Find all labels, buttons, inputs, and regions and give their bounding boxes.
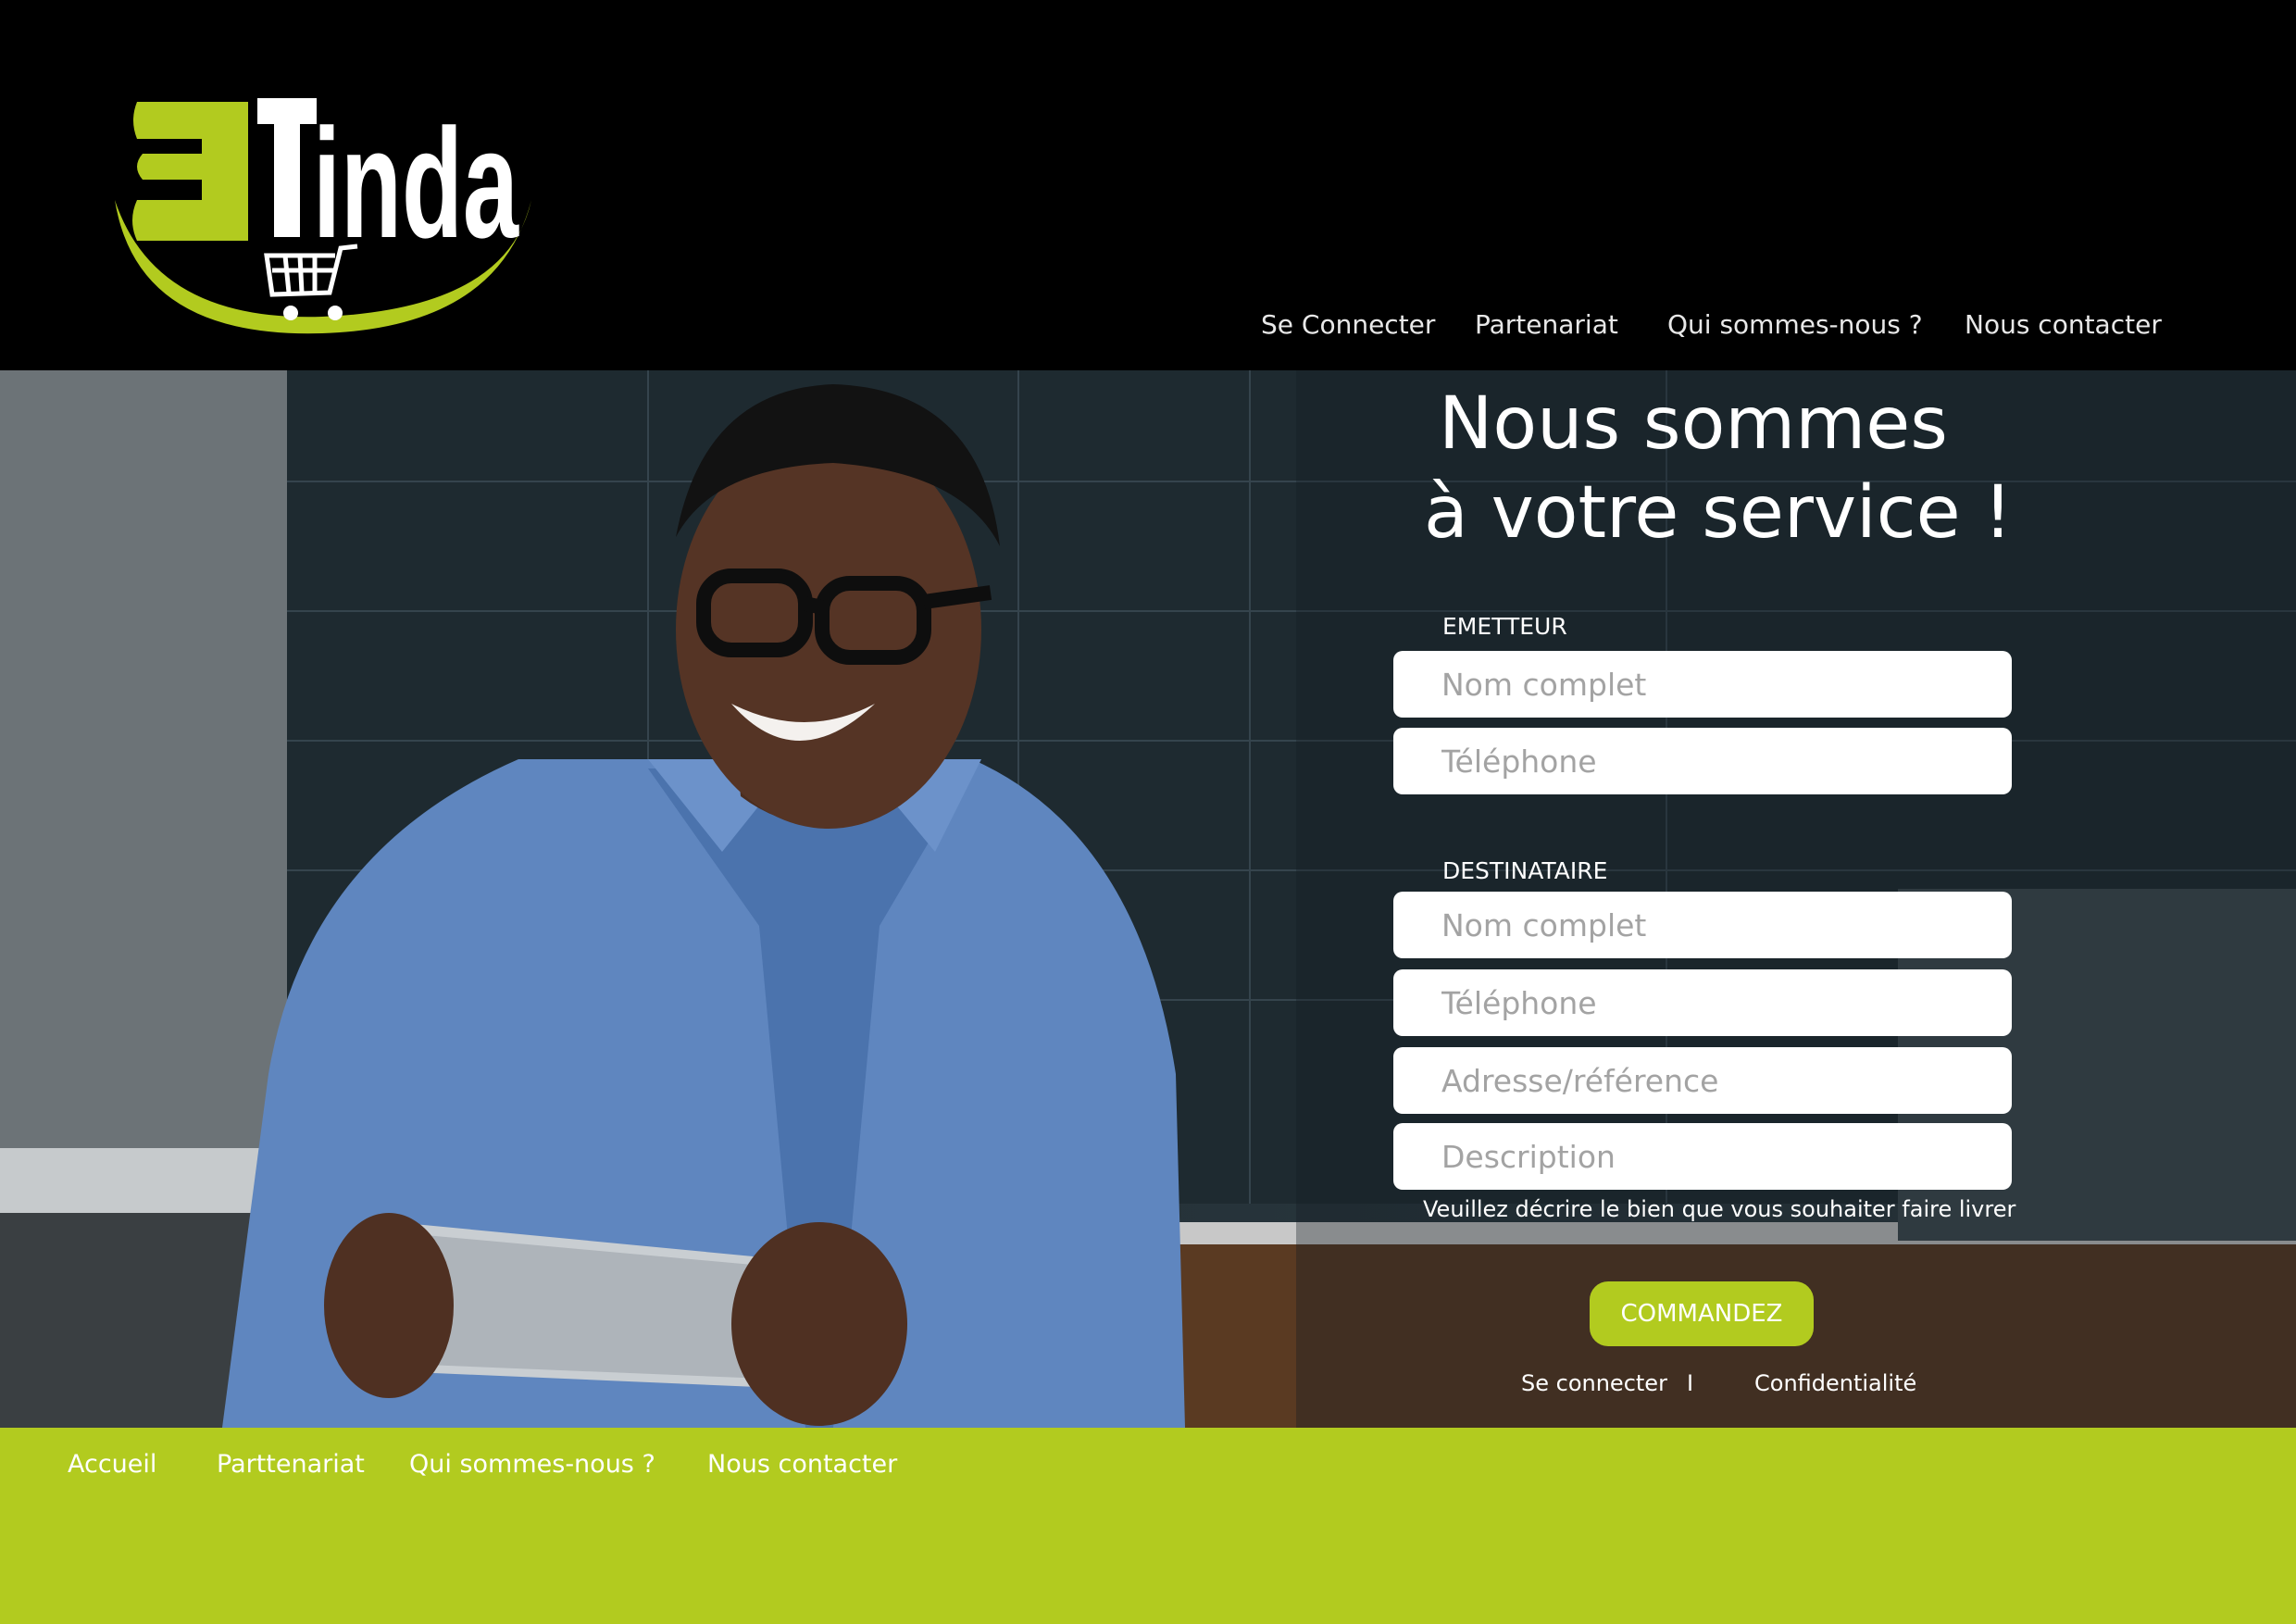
btinda-logo[interactable]: inda: [109, 61, 544, 348]
recipient-name-input[interactable]: [1393, 892, 2012, 958]
logo-graphic: inda: [115, 96, 531, 334]
footer-nous-contacter-link[interactable]: Nous contacter: [707, 1450, 897, 1479]
recipient-address-input[interactable]: [1393, 1047, 2012, 1114]
footer-partenariat-link[interactable]: Parttenariat: [217, 1450, 365, 1479]
confidentialite-link[interactable]: Confidentialité: [1754, 1370, 1916, 1396]
nav-qui-sommes-nous[interactable]: Qui sommes-nous ?: [1667, 309, 1923, 340]
hero-title-line-2: à votre service !: [1424, 471, 2013, 555]
sender-name-input[interactable]: [1393, 651, 2012, 718]
nav-partenariat[interactable]: Partenariat: [1475, 309, 1618, 340]
site-footer: Accueil Parttenariat Qui sommes-nous ? N…: [0, 1428, 2296, 1624]
recipient-label: DESTINATAIRE: [1442, 857, 1608, 884]
nav-se-connecter[interactable]: Se Connecter: [1261, 309, 1435, 340]
sender-phone-input[interactable]: [1393, 728, 2012, 794]
description-input[interactable]: [1393, 1123, 2012, 1190]
commandez-button[interactable]: COMMANDEZ: [1590, 1281, 1814, 1346]
site-header: inda Se Connecter Partenariat Qui sommes…: [0, 0, 2296, 370]
hero-section: Nous sommes à votre service ! EMETTEUR D…: [0, 370, 2296, 1428]
nav-nous-contacter[interactable]: Nous contacter: [1965, 309, 2162, 340]
top-nav: Se Connecter Partenariat Qui sommes-nous…: [0, 309, 2296, 346]
sender-label: EMETTEUR: [1442, 613, 1567, 640]
link-separator: I: [1687, 1370, 1694, 1396]
description-hint: Veuillez décrire le bien que vous souhai…: [1423, 1196, 2016, 1222]
hero-title-line-1: Nous sommes: [1439, 382, 1948, 466]
footer-accueil-link[interactable]: Accueil: [68, 1450, 156, 1479]
footer-qui-sommes-nous-link[interactable]: Qui sommes-nous ?: [409, 1450, 655, 1479]
hero-title: Nous sommes à votre service !: [1424, 380, 2128, 557]
se-connecter-link[interactable]: Se connecter: [1521, 1370, 1667, 1396]
recipient-phone-input[interactable]: [1393, 969, 2012, 1036]
svg-text:inda: inda: [313, 96, 519, 270]
